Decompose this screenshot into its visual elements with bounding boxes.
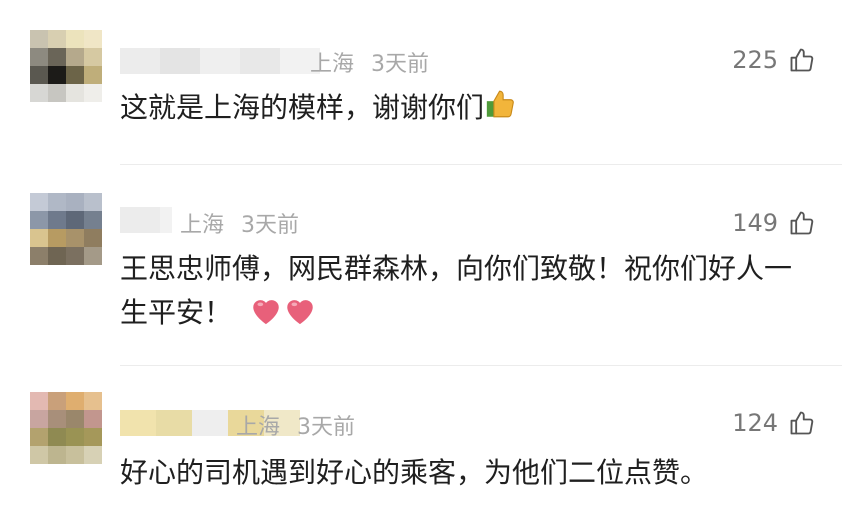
thumbs-up-icon <box>790 411 814 435</box>
comment-body: 这就是上海的模样，谢谢你们 <box>120 91 485 124</box>
thumbs-up-emoji <box>486 90 514 118</box>
avatar[interactable] <box>30 30 102 102</box>
like-count: 225 <box>732 46 778 74</box>
comment-item: 上海 3天前 124 好心的司机遇到好心的乘客，为他们二位点赞。 <box>0 365 842 520</box>
comment-body: 好心的司机遇到好心的乘客，为他们二位点赞。 <box>120 456 709 489</box>
like-button[interactable]: 124 <box>732 409 816 437</box>
comment-meta: 上海 3天前 <box>236 409 355 441</box>
thumbs-up-icon <box>790 48 814 72</box>
like-count: 124 <box>732 409 778 437</box>
username-blurred[interactable] <box>120 48 320 74</box>
comment-item: 上海 3天前 149 王思忠师傅，网民群森林，向你们致敬！祝你们好人一生平安！ <box>0 165 842 366</box>
comment-item: 上海 3天前 225 这就是上海的模样，谢谢你们 <box>0 0 842 165</box>
like-button[interactable]: 149 <box>732 209 816 237</box>
comment-location: 上海 <box>236 415 281 440</box>
heart-emoji <box>253 300 279 325</box>
like-button[interactable]: 225 <box>732 46 816 74</box>
comment-text: 这就是上海的模样，谢谢你们 <box>120 86 802 130</box>
avatar[interactable] <box>30 193 102 265</box>
avatar[interactable] <box>30 392 102 464</box>
comment-time: 3天前 <box>371 52 430 77</box>
thumbs-up-icon <box>790 211 814 235</box>
comment-meta: 上海 3天前 <box>310 46 429 78</box>
comment-time: 3天前 <box>241 213 300 238</box>
comment-meta: 上海 3天前 <box>180 207 299 239</box>
comment-text: 王思忠师傅，网民群森林，向你们致敬！祝你们好人一生平安！ <box>120 247 802 335</box>
heart-emoji <box>287 300 313 325</box>
comment-body: 王思忠师傅，网民群森林，向你们致敬！祝你们好人一生平安！ <box>120 252 793 329</box>
comment-text: 好心的司机遇到好心的乘客，为他们二位点赞。 <box>120 451 802 495</box>
username-blurred[interactable] <box>120 207 172 233</box>
like-count: 149 <box>732 209 778 237</box>
comment-time: 3天前 <box>297 415 356 440</box>
comment-location: 上海 <box>310 52 355 77</box>
comment-location: 上海 <box>180 213 225 238</box>
